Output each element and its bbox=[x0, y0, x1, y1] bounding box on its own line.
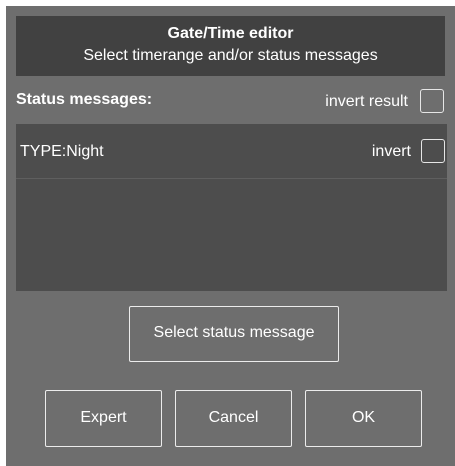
status-messages-list[interactable]: TYPE:Night invert bbox=[16, 124, 447, 291]
dialog-subtitle: Select timerange and/or status messages bbox=[83, 47, 378, 64]
invert-label: invert bbox=[371, 143, 411, 160]
status-messages-row: Status messages: invert result bbox=[16, 84, 446, 116]
invert-result-label: invert result bbox=[325, 93, 408, 110]
invert-result-checkbox[interactable] bbox=[420, 89, 444, 113]
cancel-button[interactable]: Cancel bbox=[175, 390, 292, 447]
list-item[interactable]: TYPE:Night invert bbox=[16, 124, 447, 179]
expert-button[interactable]: Expert bbox=[45, 390, 162, 447]
select-status-message-button[interactable]: Select status message bbox=[129, 306, 339, 362]
gate-time-editor-dialog: Gate/Time editor Select timerange and/or… bbox=[6, 6, 455, 466]
invert-checkbox[interactable] bbox=[421, 139, 445, 163]
dialog-header: Gate/Time editor Select timerange and/or… bbox=[16, 16, 445, 76]
status-messages-label: Status messages: bbox=[16, 91, 153, 108]
ok-button[interactable]: OK bbox=[305, 390, 422, 447]
dialog-title: Gate/Time editor bbox=[167, 25, 294, 42]
list-item-label: TYPE:Night bbox=[20, 143, 104, 160]
